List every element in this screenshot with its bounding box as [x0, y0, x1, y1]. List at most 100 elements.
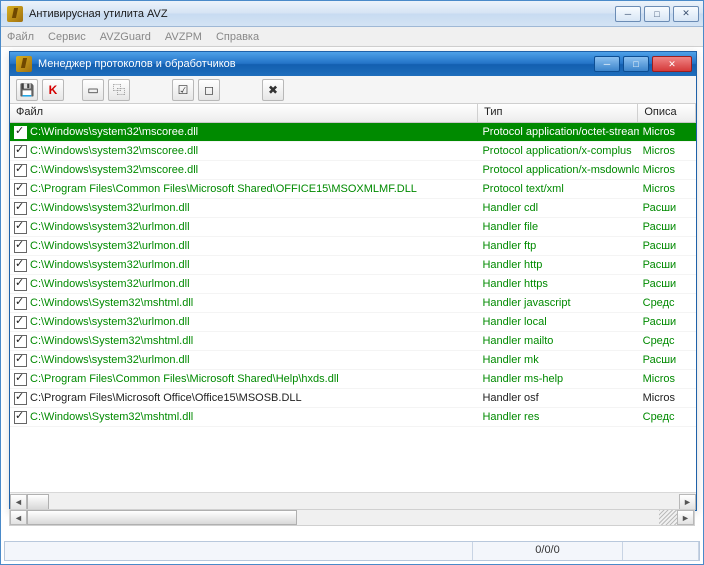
app-icon [16, 56, 32, 72]
child-minimize-button[interactable]: ─ [594, 56, 620, 72]
check-icon: ☑ [178, 83, 189, 97]
row-checkbox[interactable] [14, 297, 27, 310]
row-type: Handler ftp [478, 240, 638, 252]
row-type: Handler javascript [478, 297, 638, 309]
table-row[interactable]: C:\Program Files\Common Files\Microsoft … [10, 370, 696, 389]
main-titlebar[interactable]: Антивирусная утилита AVZ ─ □ ✕ [1, 1, 703, 27]
delete-icon: ✖ [268, 83, 278, 97]
row-type: Protocol application/octet-stream [478, 126, 638, 138]
table-row[interactable]: C:\Windows\System32\mshtml.dllHandler ma… [10, 332, 696, 351]
minimize-button[interactable]: ─ [615, 6, 641, 22]
table-row[interactable]: C:\Windows\system32\urlmon.dllHandler ht… [10, 275, 696, 294]
table-row[interactable]: C:\Windows\system32\urlmon.dllHandler ht… [10, 256, 696, 275]
row-checkbox[interactable] [14, 278, 27, 291]
menubar: Файл Сервис AVZGuard AVZPM Справка [1, 27, 703, 47]
table-row[interactable]: C:\Windows\system32\mscoree.dllProtocol … [10, 161, 696, 180]
table-row[interactable]: C:\Windows\system32\urlmon.dll Handler lo… [10, 313, 696, 332]
resize-grip-icon[interactable] [659, 510, 677, 525]
file-path: C:\Windows\system32\urlmon.dll [30, 278, 190, 290]
row-desc: Расши [639, 221, 696, 233]
row-checkbox[interactable] [14, 392, 27, 405]
child-titlebar[interactable]: Менеджер протоколов и обработчиков ─ □ ✕ [10, 52, 696, 76]
scroll-thumb[interactable] [27, 494, 49, 510]
child-close-button[interactable]: ✕ [652, 56, 692, 72]
child-maximize-button[interactable]: □ [623, 56, 649, 72]
scroll-track[interactable] [27, 494, 679, 510]
copy-button[interactable]: ⿻ [108, 79, 130, 101]
table-row[interactable]: C:\Windows\system32\mscoree.dll Protocol … [10, 123, 696, 142]
row-desc: Micros [639, 392, 696, 404]
close-button[interactable]: ✕ [673, 6, 699, 22]
table-row[interactable]: C:\Windows\system32\urlmon.dllHandler fi… [10, 218, 696, 237]
row-checkbox[interactable] [14, 202, 27, 215]
kav-icon: K [49, 83, 58, 97]
file-path: C:\Windows\system32\mscoree.dll [30, 126, 198, 138]
row-desc: Расши [639, 259, 696, 271]
row-checkbox[interactable] [14, 259, 27, 272]
row-type: Handler osf [478, 392, 638, 404]
save-button[interactable]: 💾 [16, 79, 38, 101]
col-desc[interactable]: Описа [638, 104, 696, 122]
table-row[interactable]: C:\Program Files\Common Files\Microsoft … [10, 180, 696, 199]
row-checkbox[interactable] [14, 373, 27, 386]
table-row[interactable]: C:\Windows\system32\urlmon.dllHandler ft… [10, 237, 696, 256]
table-row[interactable]: C:\Windows\System32\mshtml.dllHandler re… [10, 408, 696, 427]
row-desc: Расши [639, 240, 696, 252]
scroll-left-icon[interactable]: ◄ [10, 510, 27, 525]
doc-icon: ▭ [87, 83, 98, 97]
row-checkbox[interactable] [14, 335, 27, 348]
table-row[interactable]: C:\Windows\system32\mscoree.dllProtocol … [10, 142, 696, 161]
row-type: Handler http [478, 259, 638, 271]
table-hscrollbar[interactable]: ◄ ► [10, 492, 696, 510]
scroll-thumb[interactable] [27, 510, 297, 525]
row-desc: Micros [639, 183, 696, 195]
delete-button[interactable]: ✖ [262, 79, 284, 101]
maximize-button[interactable]: □ [644, 6, 670, 22]
row-desc: Средс [639, 335, 696, 347]
col-file[interactable]: Файл [10, 104, 478, 122]
menu-file[interactable]: Файл [7, 31, 34, 43]
row-desc: Расши [639, 354, 696, 366]
check-all-button[interactable]: ☑ [172, 79, 194, 101]
row-checkbox[interactable] [14, 316, 27, 329]
row-type: Handler local [478, 316, 638, 328]
scroll-right-icon[interactable]: ► [677, 510, 694, 525]
row-checkbox[interactable] [14, 240, 27, 253]
table-row[interactable]: C:\Program Files\Microsoft Office\Office… [10, 389, 696, 408]
row-checkbox[interactable] [14, 221, 27, 234]
row-desc: Micros [639, 126, 696, 138]
file-path: C:\Windows\System32\mshtml.dll [30, 297, 193, 309]
table-row[interactable]: C:\Windows\system32\urlmon.dllHandler cd… [10, 199, 696, 218]
file-path: C:\Program Files\Common Files\Microsoft … [30, 183, 417, 195]
scroll-left-icon[interactable]: ◄ [10, 494, 27, 510]
menu-avzpm[interactable]: AVZPM [165, 31, 202, 43]
row-checkbox[interactable] [14, 164, 27, 177]
row-desc: Расши [639, 316, 696, 328]
row-type: Handler ms-help [478, 373, 638, 385]
row-checkbox[interactable] [14, 411, 27, 424]
status-counter: 0/0/0 [473, 542, 623, 560]
row-type: Handler mailto [478, 335, 638, 347]
file-path: C:\Program Files\Microsoft Office\Office… [30, 392, 302, 404]
col-type[interactable]: Тип [478, 104, 638, 122]
row-checkbox[interactable] [14, 145, 27, 158]
row-type: Handler mk [478, 354, 638, 366]
table-row[interactable]: C:\Windows\system32\urlmon.dll Handler mk… [10, 351, 696, 370]
menu-avzguard[interactable]: AVZGuard [100, 31, 151, 43]
scroll-right-icon[interactable]: ► [679, 494, 696, 510]
file-path: C:\Windows\system32\urlmon.dll [30, 354, 190, 366]
doc-button[interactable]: ▭ [82, 79, 104, 101]
scroll-track[interactable] [27, 510, 659, 525]
toolbar: 💾 K ▭ ⿻ ☑ ◻ ✖ [10, 76, 696, 104]
main-hscrollbar[interactable]: ◄ ► [9, 509, 695, 526]
row-checkbox[interactable] [14, 354, 27, 367]
menu-help[interactable]: Справка [216, 31, 259, 43]
child-window: Менеджер протоколов и обработчиков ─ □ ✕… [9, 51, 697, 511]
menu-service[interactable]: Сервис [48, 31, 86, 43]
row-checkbox[interactable] [14, 126, 27, 139]
kav-button[interactable]: K [42, 79, 64, 101]
table-row[interactable]: C:\Windows\System32\mshtml.dll Handler ja… [10, 294, 696, 313]
uncheck-all-button[interactable]: ◻ [198, 79, 220, 101]
file-path: C:\Windows\system32\urlmon.dll [30, 316, 190, 328]
row-checkbox[interactable] [14, 183, 27, 196]
